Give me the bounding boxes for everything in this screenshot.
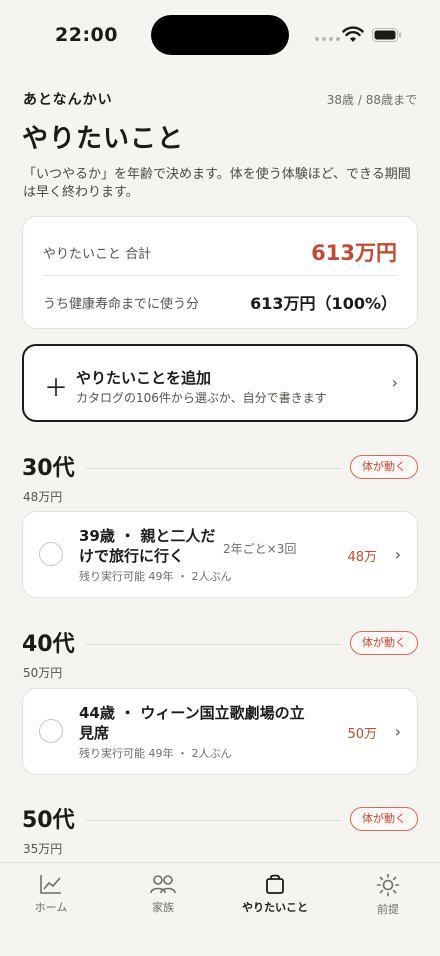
status-badge: 体が動く (350, 455, 418, 479)
add-wish-subtitle: カタログの106件から選ぶか、自分で書きます (76, 391, 327, 405)
bag-icon (266, 874, 284, 894)
signal-icon (315, 37, 340, 41)
status-bar: 22:00 (0, 0, 440, 70)
tab-label: 前提 (377, 903, 399, 916)
page-description: 「いつやるか」を年齢で決めます。体を使う体験ほど、できる期間は早く終わります。 (23, 167, 411, 200)
health-value: 613万円（100%） (250, 294, 397, 313)
tab-bar: ホーム 家族 やりたいこと 前提 (0, 862, 440, 956)
battery-icon (372, 28, 401, 42)
add-wish-title: やりたいことを追加 (76, 369, 212, 387)
decade-total: 50万円 (23, 666, 63, 680)
chart-line-icon (40, 875, 61, 894)
wish-frequency: 2年ごと×3回 (223, 542, 297, 556)
decade-divider (86, 468, 342, 469)
tab-label: やりたいこと (242, 901, 308, 914)
decade-title: 50代 (22, 808, 75, 833)
add-wish-button[interactable]: ＋ やりたいことを追加 カタログの106件から選ぶか、自分で書きます › (22, 344, 418, 422)
wish-title: 44歳 ・ ウィーン国立歌劇場の立見席 (79, 704, 305, 742)
tab-label: 家族 (152, 901, 174, 914)
wish-price: 50万 (347, 727, 377, 742)
decade-title: 40代 (22, 632, 75, 657)
total-label: やりたいこと 合計 (43, 247, 152, 262)
wish-title: 39歳 ・ 親と二人だけで旅行に行く (79, 527, 216, 565)
plus-icon: ＋ (44, 374, 68, 402)
dynamic-island (151, 15, 289, 55)
decade-title: 30代 (22, 456, 75, 481)
chevron-right-icon: › (391, 373, 398, 392)
divider (43, 275, 397, 276)
summary-card: やりたいこと 合計 613万円 うち健康寿命までに使う分 613万円（100%） (22, 216, 418, 329)
age-range: 38歳 / 88歳まで (326, 93, 417, 107)
people-icon (150, 875, 176, 894)
health-label: うち健康寿命までに使う分 (43, 297, 200, 312)
wish-meta: 残り実行可能 49年 ・ 2人ぶん (79, 747, 232, 760)
tab-family[interactable]: 家族 (123, 873, 203, 915)
decade-divider (86, 644, 342, 645)
status-badge: 体が動く (350, 631, 418, 655)
chevron-right-icon: › (394, 545, 401, 564)
tab-wishes[interactable]: やりたいこと (235, 873, 315, 915)
tab-home[interactable]: ホーム (11, 873, 91, 915)
page-title: やりたいこと (22, 124, 185, 154)
wish-item[interactable]: 39歳 ・ 親と二人だけで旅行に行く 2年ごと×3回 残り実行可能 49年 ・ … (22, 511, 418, 598)
complete-checkbox[interactable] (39, 542, 63, 566)
wifi-icon (342, 26, 364, 42)
tab-label: ホーム (34, 901, 68, 914)
decade-total: 35万円 (23, 842, 63, 856)
status-badge: 体が動く (350, 807, 418, 831)
wish-meta: 残り実行可能 49年 ・ 2人ぶん (79, 570, 232, 583)
chevron-right-icon: › (394, 722, 401, 741)
decade-total: 48万円 (23, 490, 63, 504)
wish-item[interactable]: 44歳 ・ ウィーン国立歌劇場の立見席 残り実行可能 49年 ・ 2人ぶん 50… (22, 688, 418, 775)
sun-icon (376, 873, 400, 897)
app-name: あとなんかい (23, 92, 113, 108)
complete-checkbox[interactable] (39, 719, 63, 743)
status-time: 22:00 (55, 24, 118, 46)
wish-price: 48万 (347, 550, 377, 565)
decade-divider (86, 820, 342, 821)
total-value: 613万円 (311, 241, 397, 265)
tab-assumptions[interactable]: 前提 (348, 873, 428, 917)
